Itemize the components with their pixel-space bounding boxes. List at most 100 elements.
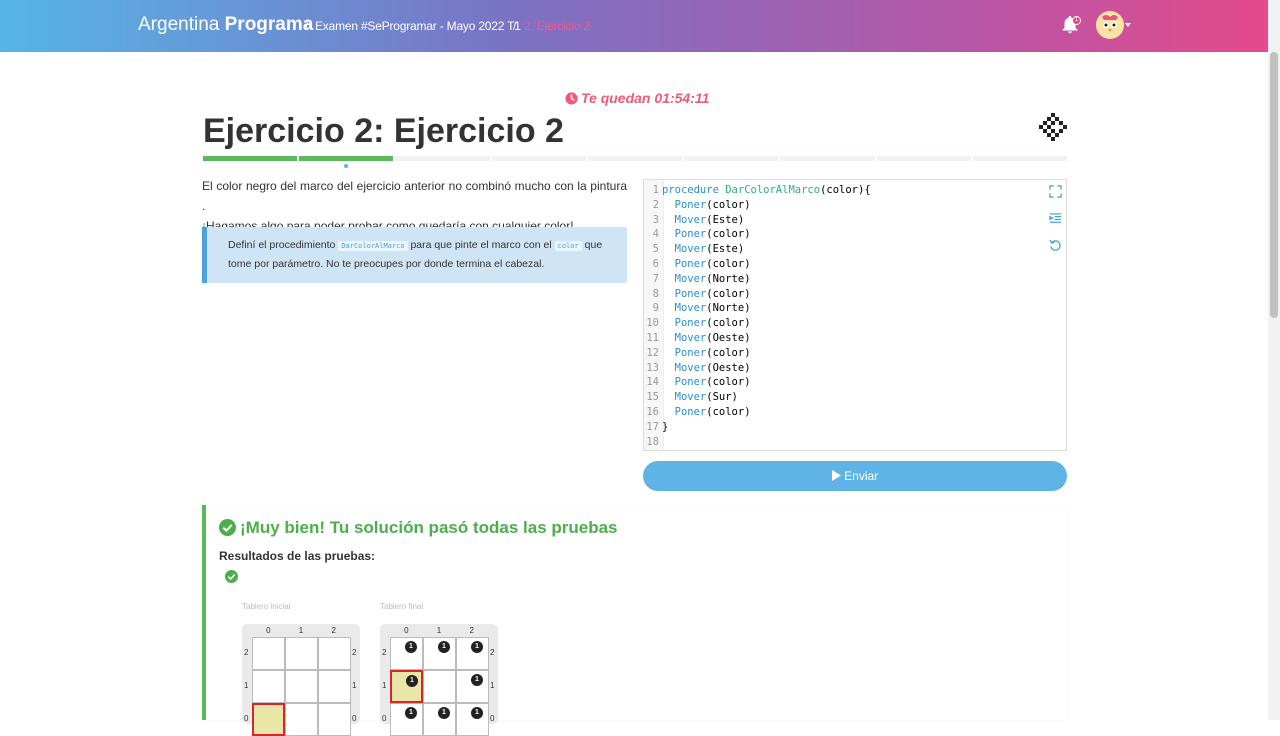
check-circle-icon xyxy=(219,519,236,536)
board-column-label: 0 xyxy=(266,626,271,635)
code-keyword: Mover xyxy=(662,302,707,315)
final-board: 01222110011111111 xyxy=(380,624,498,736)
code-line[interactable]: 10 Poner(color) xyxy=(644,316,751,331)
clock-icon xyxy=(565,92,578,105)
brand-light: Argentina xyxy=(138,14,220,35)
code-keyword: Mover xyxy=(662,391,707,404)
scrollbar-thumb[interactable] xyxy=(1270,52,1278,318)
code-keyword: Mover xyxy=(662,272,707,285)
exercise-progress-bar xyxy=(203,156,1067,161)
code-line[interactable]: 16 Poner(color) xyxy=(644,405,751,420)
code-keyword: Mover xyxy=(662,243,707,256)
progress-segment[interactable] xyxy=(299,156,394,161)
avatar[interactable] xyxy=(1096,11,1124,39)
board-cell: 1 xyxy=(390,637,423,670)
board-column-labels: 0 1 2 xyxy=(252,626,350,636)
chevron-down-icon[interactable] xyxy=(1125,23,1131,27)
breadcrumb-separator: / xyxy=(305,19,309,33)
line-number: 7 xyxy=(652,272,659,285)
board-column-label: 1 xyxy=(436,626,442,635)
progress-segment[interactable] xyxy=(780,156,875,161)
black-stone-count: 1 xyxy=(471,641,483,653)
hint-box: Definí el procedimiento DarColorAlMarco … xyxy=(202,227,627,283)
black-stone-count: 1 xyxy=(471,707,483,719)
test-passed-icon xyxy=(225,570,238,583)
line-number: 4 xyxy=(652,228,659,241)
code-editor[interactable]: 1 procedure DarColorAlMarco(color){2 Pone… xyxy=(643,179,1067,451)
board-row-label: 0 xyxy=(382,714,387,723)
line-number: 9 xyxy=(652,302,659,315)
code-line[interactable]: 8 Poner(color) xyxy=(644,287,751,302)
progress-segment[interactable] xyxy=(972,156,1067,161)
code-line[interactable]: 14 Poner(color) xyxy=(644,375,750,390)
hint-text: para que pinte el marco con el xyxy=(410,239,552,251)
board-row-label: 2 xyxy=(490,648,495,657)
code-line[interactable]: 6 Poner(color) xyxy=(644,257,751,272)
code-line[interactable]: 3 Mover(Este) xyxy=(644,213,745,228)
code-line[interactable]: 4 Poner(color) xyxy=(644,227,751,242)
board-row-label: 2 xyxy=(352,648,357,657)
code-keyword: Mover xyxy=(662,213,707,226)
progress-segment[interactable] xyxy=(684,156,779,161)
code-line[interactable]: 1 procedure DarColorAlMarco(color){ xyxy=(644,183,871,198)
code-line[interactable]: 12 Poner(color) xyxy=(644,346,750,361)
board-cell: 1 xyxy=(423,637,456,670)
progress-segment[interactable] xyxy=(587,156,683,161)
board-row-label: 0 xyxy=(352,714,357,723)
code-line[interactable]: 9 Mover(Norte) xyxy=(644,301,751,316)
progress-segment[interactable] xyxy=(395,156,490,161)
code-keyword: procedure xyxy=(662,184,719,196)
code-line[interactable]: 7 Mover(Norte) xyxy=(644,272,751,287)
board-row-label: 0 xyxy=(490,714,495,723)
exam-timer: Te quedan 01:54:11 xyxy=(565,90,709,106)
line-number: 5 xyxy=(652,243,659,256)
play-icon xyxy=(831,470,841,481)
page-title: Ejercicio 2: Ejercicio 2 xyxy=(203,112,564,150)
code-line[interactable]: 2 Poner(color) xyxy=(644,198,751,213)
code-line[interactable]: 13 Mover(Oeste) xyxy=(644,361,751,376)
progress-segment[interactable] xyxy=(203,156,298,161)
hint-text: que xyxy=(584,239,603,251)
code-text: (color) xyxy=(706,287,751,300)
initial-board-label: Tablero inicial xyxy=(242,602,291,611)
breadcrumb-exam[interactable]: Examen #SeProgramar - Mayo 2022 T1 xyxy=(315,19,521,33)
fullscreen-icon[interactable] xyxy=(1049,185,1062,198)
board-cell xyxy=(423,670,456,703)
current-exercise-indicator xyxy=(344,164,348,168)
code-text: (Oeste) xyxy=(706,361,751,374)
code-text: (Este) xyxy=(706,213,745,226)
board-grid: 1 1 1 1 1 1 1 1 xyxy=(390,637,489,736)
board-row-label: 1 xyxy=(382,681,387,690)
hint-text: tome por parámetro. No te preocupes por … xyxy=(228,258,545,270)
line-number: 3 xyxy=(652,213,659,226)
code-keyword: Mover xyxy=(662,332,707,344)
brand-bold: Programa xyxy=(224,14,314,35)
board-column-label: 2 xyxy=(331,626,336,635)
code-line[interactable]: 5 Mover(Este) xyxy=(644,242,745,257)
board-row-label: 0 xyxy=(244,714,249,723)
result-title: ¡Muy bien! Tu solución pasó todas las pr… xyxy=(219,518,618,538)
black-stone-count: 1 xyxy=(406,675,418,687)
line-number: 1 xyxy=(652,184,659,196)
line-number: 17 xyxy=(646,420,659,433)
reset-icon[interactable] xyxy=(1049,239,1062,252)
final-board-label: Tablero final xyxy=(380,602,424,611)
code-line[interactable]: 15 Mover(Sur) xyxy=(644,390,738,405)
code-text: (color) xyxy=(706,317,751,330)
code-keyword: Poner xyxy=(662,376,707,389)
progress-segment[interactable] xyxy=(491,156,586,161)
board-row-label: 2 xyxy=(244,648,249,657)
board-row-label: 2 xyxy=(382,648,387,657)
hint-code: DarColorAlMarco xyxy=(338,241,408,251)
code-line[interactable]: 11 Mover(Oeste) xyxy=(644,331,750,346)
code-line[interactable]: 18 xyxy=(644,435,662,450)
code-line[interactable]: 17} xyxy=(644,420,668,435)
code-text: (color) xyxy=(706,406,751,418)
submit-button[interactable]: Enviar xyxy=(643,461,1067,491)
brand-logo[interactable]: Argentina Programa xyxy=(138,14,313,36)
board-cell xyxy=(252,670,285,703)
progress-segment[interactable] xyxy=(876,156,971,161)
indent-icon[interactable] xyxy=(1049,212,1062,225)
code-text: (color){ xyxy=(820,184,871,196)
black-stone-count: 1 xyxy=(405,707,417,719)
